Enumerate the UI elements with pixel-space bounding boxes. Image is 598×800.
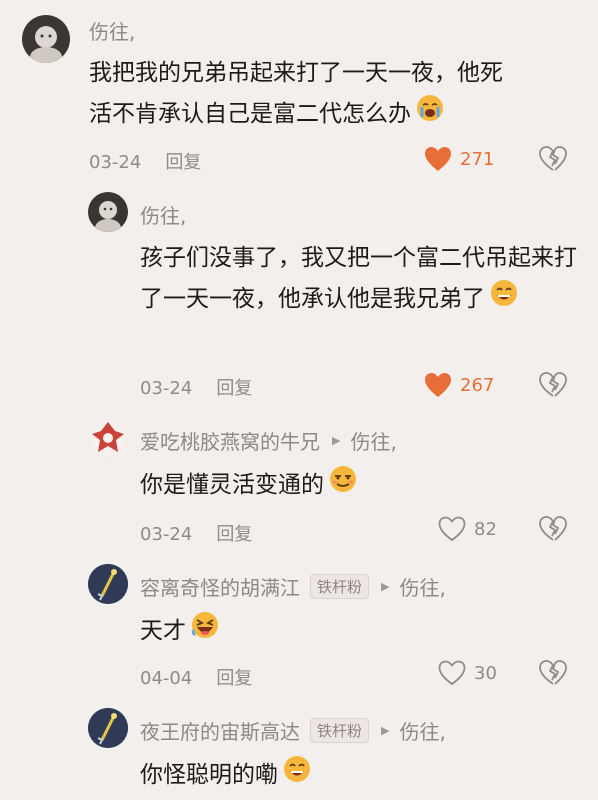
comment-meta: 03-24 回复: [140, 374, 252, 400]
like-count: 82: [474, 518, 497, 540]
heart-filled-icon: [425, 373, 451, 397]
like-count: 267: [460, 374, 495, 396]
broken-heart-icon: [539, 146, 567, 171]
username-link[interactable]: 容离奇怪的胡满江: [140, 572, 300, 601]
like-button[interactable]: 267: [424, 372, 494, 398]
username[interactable]: 伤往,: [140, 200, 186, 229]
avatar[interactable]: [22, 15, 70, 63]
like-button[interactable]: 30: [438, 660, 497, 686]
comment-meta: 04-04 回复: [140, 664, 252, 690]
username: 容离奇怪的胡满江 铁杆粉 ▶ 伤往,: [140, 572, 446, 601]
reply-to-username[interactable]: 伤往,: [399, 572, 445, 601]
reply-button[interactable]: 回复: [216, 378, 252, 399]
dislike-button[interactable]: [539, 516, 567, 546]
avatar[interactable]: [88, 418, 128, 458]
like-count: 30: [474, 662, 497, 684]
broken-heart-icon: [539, 372, 567, 397]
comment-date: 03-24: [140, 524, 193, 545]
broken-heart-icon: [539, 660, 567, 685]
heart-outline-icon: [438, 660, 466, 686]
grinning-face-icon: [282, 754, 312, 797]
laughing-face-icon: [190, 610, 220, 653]
reply-arrow-icon: ▶: [332, 434, 341, 447]
reply-arrow-icon: ▶: [381, 580, 390, 593]
avatar[interactable]: [88, 564, 128, 604]
smirking-face-icon: [328, 464, 358, 507]
username[interactable]: 伤往,: [89, 16, 135, 45]
reply-button[interactable]: 回复: [216, 524, 252, 545]
fan-badge: 铁杆粉: [310, 718, 370, 743]
comment-text: 孩子们没事了，我又把一个富二代吊起来打了一天一夜，他承认他是我兄弟了: [140, 238, 580, 321]
dislike-button[interactable]: [539, 660, 567, 690]
reply-arrow-icon: ▶: [381, 724, 390, 737]
crying-face-icon: [415, 93, 445, 136]
broken-heart-icon: [539, 516, 567, 541]
dislike-button[interactable]: [539, 146, 567, 176]
comment-meta: 03-24 回复: [140, 520, 252, 546]
username-link[interactable]: 爱吃桃胶燕窝的牛兄: [140, 426, 320, 455]
comment-text: 你是懂灵活变通的: [140, 464, 580, 507]
reply-to-username[interactable]: 伤往,: [399, 716, 445, 745]
like-button[interactable]: 82: [438, 516, 497, 542]
heart-outline-icon: [438, 516, 466, 542]
grinning-face-icon: [489, 278, 519, 321]
fan-badge: 铁杆粉: [310, 574, 370, 599]
comment-text: 天才: [140, 610, 580, 653]
like-count: 271: [460, 148, 495, 170]
comment-text: 你怪聪明的嘞: [140, 754, 580, 797]
username: 爱吃桃胶燕窝的牛兄 ▶ 伤往,: [140, 426, 397, 455]
dislike-button[interactable]: [539, 372, 567, 402]
comment-meta: 03-24 回复: [89, 148, 201, 174]
comment-text: 我把我的兄弟吊起来打了一天一夜，他死活不肯承认自己是富二代怎么办: [89, 53, 509, 136]
avatar[interactable]: [88, 192, 128, 232]
heart-filled-icon: [425, 147, 451, 171]
comment-date: 04-04: [140, 668, 193, 689]
avatar[interactable]: [88, 708, 128, 748]
reply-button[interactable]: 回复: [165, 152, 201, 173]
username-link[interactable]: 夜王府的宙斯高达: [140, 716, 300, 745]
username: 夜王府的宙斯高达 铁杆粉 ▶ 伤往,: [140, 716, 446, 745]
reply-to-username[interactable]: 伤往,: [350, 426, 396, 455]
reply-button[interactable]: 回复: [216, 668, 252, 689]
comment-date: 03-24: [140, 378, 193, 399]
comment-date: 03-24: [89, 152, 142, 173]
like-button[interactable]: 271: [424, 146, 494, 172]
